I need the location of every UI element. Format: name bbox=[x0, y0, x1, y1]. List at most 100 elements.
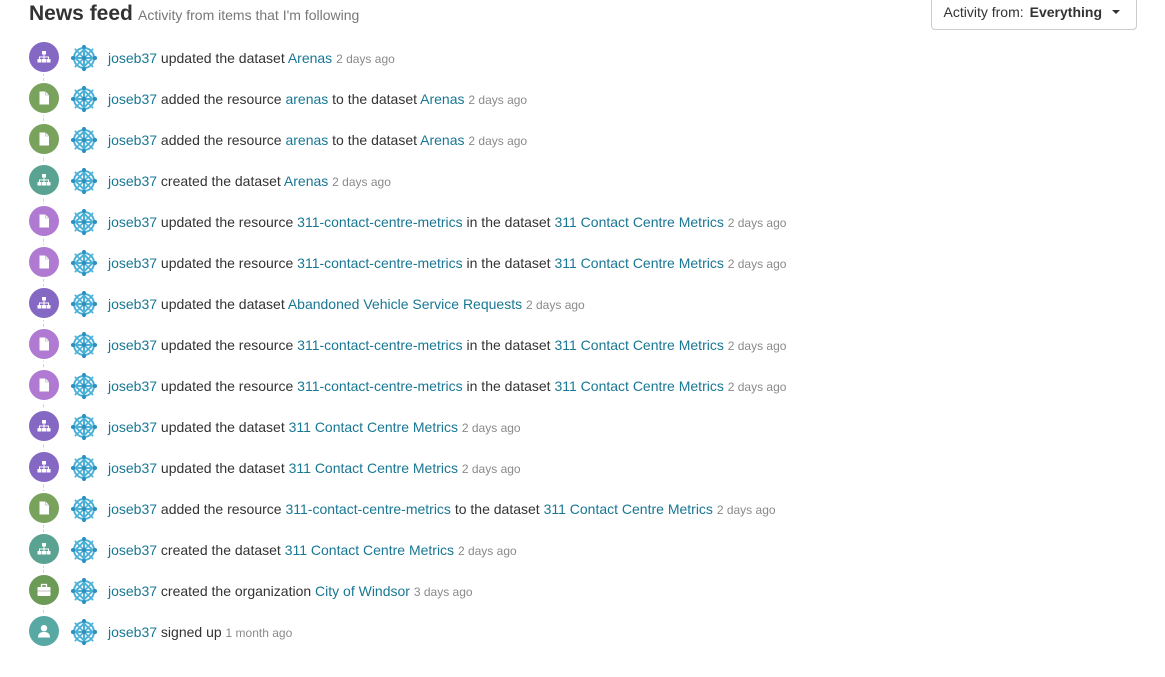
user-avatar[interactable] bbox=[69, 166, 99, 196]
object-link[interactable]: Arenas bbox=[288, 50, 332, 66]
snowflake-avatar-icon bbox=[69, 371, 99, 401]
activity-item: joseb37 added the resource arenas to the… bbox=[29, 124, 1129, 165]
activity-text: joseb37 added the resource arenas to the… bbox=[108, 91, 527, 107]
activity-verb: updated the resource bbox=[157, 337, 298, 353]
user-avatar[interactable] bbox=[69, 125, 99, 155]
actor-link[interactable]: joseb37 bbox=[108, 378, 157, 394]
activity-filter-dropdown[interactable]: Activity from: Everything bbox=[930, 0, 1137, 30]
user-avatar[interactable] bbox=[69, 43, 99, 73]
actor-link[interactable]: joseb37 bbox=[108, 296, 157, 312]
object-link[interactable]: 311 Contact Centre Metrics bbox=[289, 419, 458, 435]
activity-type-icon bbox=[29, 124, 59, 154]
user-avatar[interactable] bbox=[69, 412, 99, 442]
user-avatar[interactable] bbox=[69, 576, 99, 606]
object-link[interactable]: 311-contact-centre-metrics bbox=[297, 214, 462, 230]
activity-item: joseb37 updated the resource 311-contact… bbox=[29, 206, 1129, 247]
activity-date: 2 days ago bbox=[461, 421, 521, 435]
actor-link[interactable]: joseb37 bbox=[108, 624, 157, 640]
object-link[interactable]: City of Windsor bbox=[315, 583, 410, 599]
object-link[interactable]: Abandoned Vehicle Service Requests bbox=[288, 296, 522, 312]
activity-type-icon bbox=[29, 247, 59, 277]
object-link[interactable]: arenas bbox=[285, 132, 328, 148]
dataset-link[interactable]: 311 Contact Centre Metrics bbox=[554, 214, 723, 230]
actor-link[interactable]: joseb37 bbox=[108, 214, 157, 230]
object-link[interactable]: 311-contact-centre-metrics bbox=[297, 337, 462, 353]
actor-link[interactable]: joseb37 bbox=[108, 542, 157, 558]
actor-link[interactable]: joseb37 bbox=[108, 173, 157, 189]
activity-text: joseb37 updated the dataset Abandoned Ve… bbox=[108, 296, 585, 312]
dataset-link[interactable]: Arenas bbox=[420, 91, 464, 107]
activity-verb: created the dataset bbox=[157, 542, 285, 558]
dataset-link[interactable]: 311 Contact Centre Metrics bbox=[554, 337, 723, 353]
briefcase-icon bbox=[37, 583, 51, 596]
user-avatar[interactable] bbox=[69, 535, 99, 565]
user-avatar[interactable] bbox=[69, 248, 99, 278]
actor-link[interactable]: joseb37 bbox=[108, 132, 157, 148]
activity-type-icon bbox=[29, 288, 59, 318]
activity-connector: in the dataset bbox=[462, 378, 555, 394]
user-avatar[interactable] bbox=[69, 494, 99, 524]
activity-date: 2 days ago bbox=[457, 544, 517, 558]
activity-connector: to the dataset bbox=[328, 91, 421, 107]
caret-down-icon bbox=[1112, 10, 1120, 14]
user-avatar[interactable] bbox=[69, 84, 99, 114]
activity-connector: to the dataset bbox=[450, 501, 544, 517]
page-header: News feed Activity from items that I'm f… bbox=[29, 0, 1137, 34]
actor-link[interactable]: joseb37 bbox=[108, 91, 157, 107]
activity-type-icon bbox=[29, 329, 59, 359]
activity-filter-value: Everything bbox=[1029, 4, 1102, 20]
activity-date: 2 days ago bbox=[526, 298, 585, 312]
object-link[interactable]: 311-contact-centre-metrics bbox=[297, 255, 462, 271]
dataset-link[interactable]: 311 Contact Centre Metrics bbox=[544, 501, 713, 517]
snowflake-avatar-icon bbox=[69, 453, 99, 483]
user-avatar[interactable] bbox=[69, 207, 99, 237]
activity-date: 2 days ago bbox=[727, 216, 787, 230]
object-link[interactable]: arenas bbox=[285, 91, 328, 107]
activity-date: 2 days ago bbox=[468, 93, 528, 107]
object-link[interactable]: 311 Contact Centre Metrics bbox=[289, 460, 458, 476]
object-link[interactable]: 311-contact-centre-metrics bbox=[297, 378, 462, 394]
actor-link[interactable]: joseb37 bbox=[108, 255, 157, 271]
user-avatar[interactable] bbox=[69, 371, 99, 401]
actor-link[interactable]: joseb37 bbox=[108, 460, 157, 476]
user-avatar[interactable] bbox=[69, 330, 99, 360]
activity-type-icon bbox=[29, 452, 59, 482]
activity-text: joseb37 created the dataset 311 Contact … bbox=[108, 542, 517, 558]
user-avatar[interactable] bbox=[69, 617, 99, 647]
activity-verb: added the resource bbox=[157, 501, 286, 517]
object-link[interactable]: Arenas bbox=[284, 173, 328, 189]
activity-date: 2 days ago bbox=[727, 257, 787, 271]
activity-type-icon bbox=[29, 616, 59, 646]
actor-link[interactable]: joseb37 bbox=[108, 419, 157, 435]
activity-verb: updated the resource bbox=[157, 255, 298, 271]
actor-link[interactable]: joseb37 bbox=[108, 583, 157, 599]
activity-type-icon bbox=[29, 165, 59, 195]
activity-item: joseb37 updated the resource 311-contact… bbox=[29, 247, 1129, 288]
activity-type-icon bbox=[29, 534, 59, 564]
snowflake-avatar-icon bbox=[69, 535, 99, 565]
activity-date: 3 days ago bbox=[413, 585, 473, 599]
file-icon bbox=[39, 501, 49, 515]
object-link[interactable]: 311 Contact Centre Metrics bbox=[285, 542, 454, 558]
dataset-link[interactable]: 311 Contact Centre Metrics bbox=[554, 378, 723, 394]
sitemap-icon bbox=[37, 420, 51, 432]
snowflake-avatar-icon bbox=[69, 248, 99, 278]
snowflake-avatar-icon bbox=[69, 617, 99, 647]
snowflake-avatar-icon bbox=[69, 576, 99, 606]
dataset-link[interactable]: Arenas bbox=[420, 132, 464, 148]
activity-verb: updated the resource bbox=[157, 214, 298, 230]
activity-item: joseb37 updated the resource 311-contact… bbox=[29, 329, 1129, 370]
activity-text: joseb37 created the dataset Arenas 2 day… bbox=[108, 173, 391, 189]
actor-link[interactable]: joseb37 bbox=[108, 50, 157, 66]
activity-date: 2 days ago bbox=[716, 503, 776, 517]
actor-link[interactable]: joseb37 bbox=[108, 337, 157, 353]
dataset-link[interactable]: 311 Contact Centre Metrics bbox=[554, 255, 723, 271]
activity-text: joseb37 created the organization City of… bbox=[108, 583, 473, 599]
user-avatar[interactable] bbox=[69, 289, 99, 319]
object-link[interactable]: 311-contact-centre-metrics bbox=[285, 501, 450, 517]
snowflake-avatar-icon bbox=[69, 289, 99, 319]
file-icon bbox=[39, 132, 49, 146]
user-avatar[interactable] bbox=[69, 453, 99, 483]
activity-item: joseb37 signed up 1 month ago bbox=[29, 616, 1129, 657]
actor-link[interactable]: joseb37 bbox=[108, 501, 157, 517]
